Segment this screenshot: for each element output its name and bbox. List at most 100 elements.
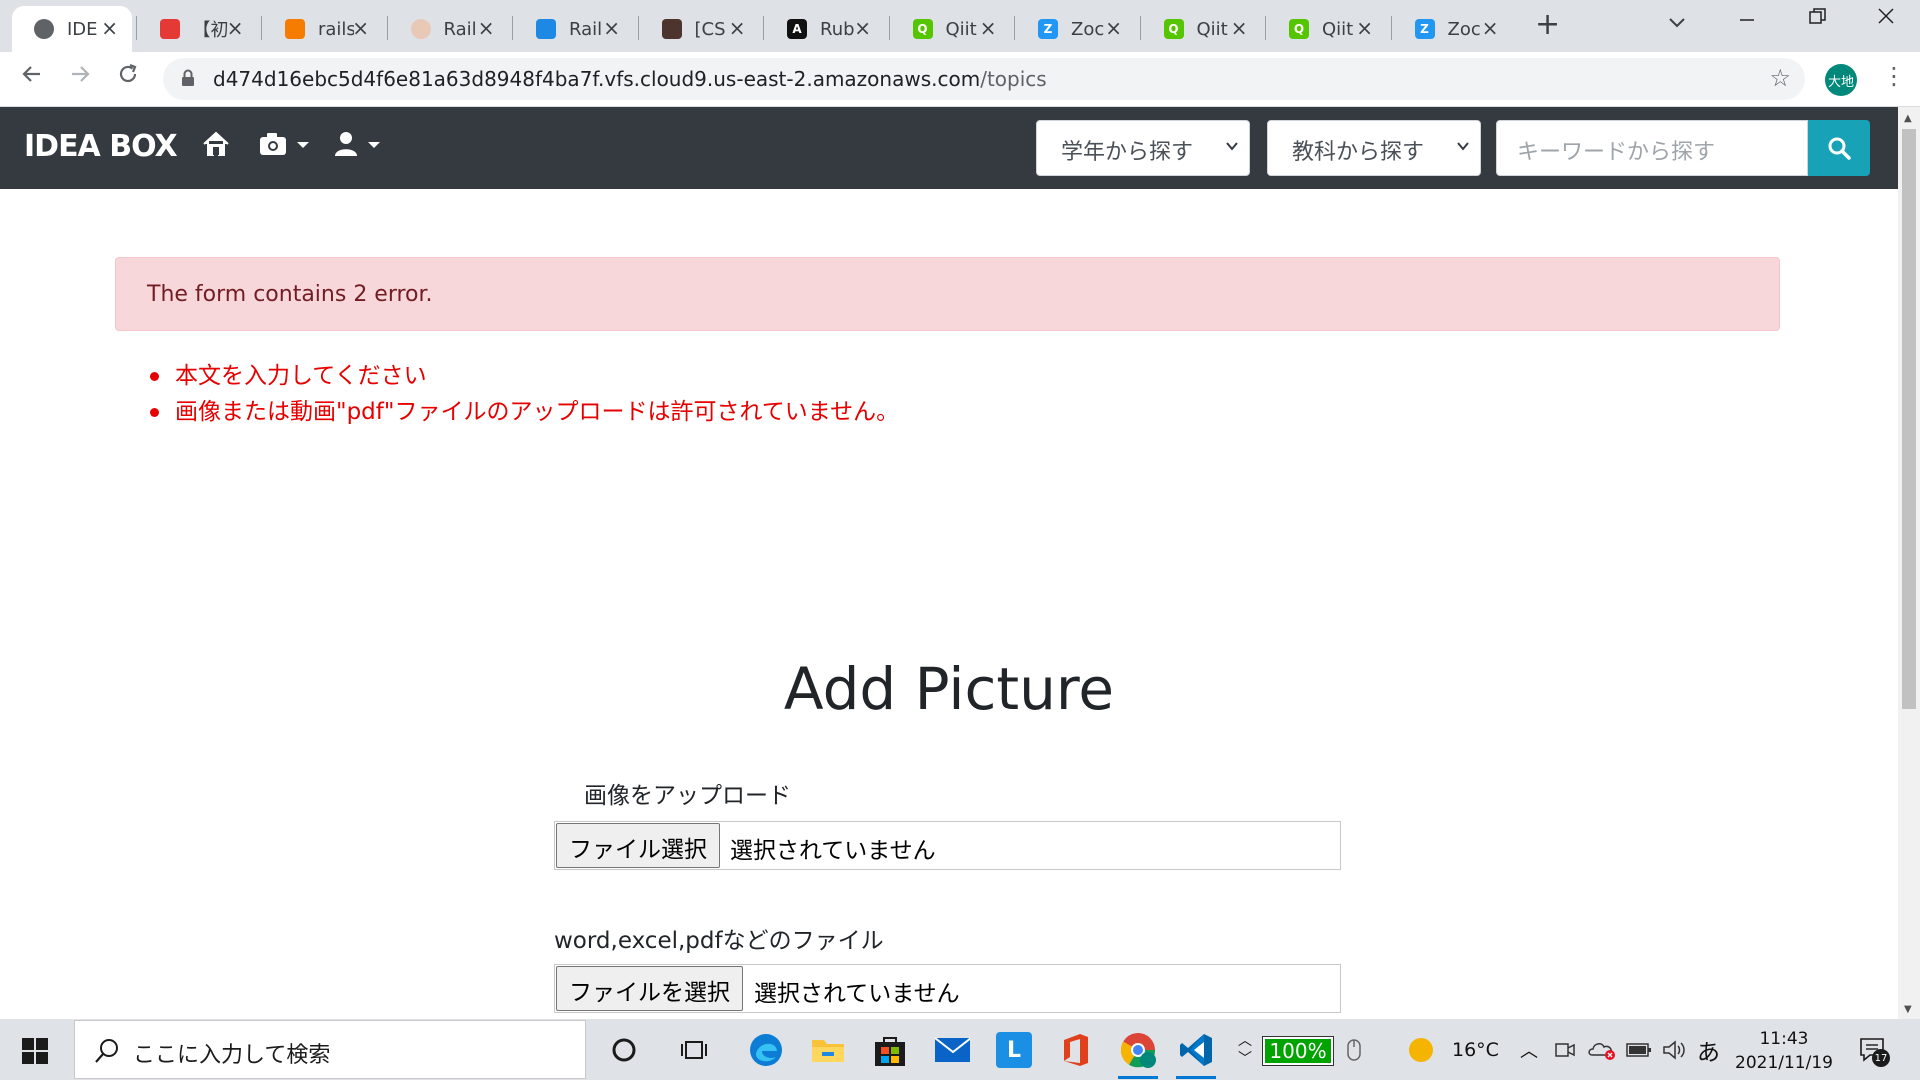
scroll-up-icon[interactable]: ▲ [1904,113,1912,124]
browser-tab[interactable]: Z Zoc × [1393,6,1513,52]
url-text: d474d16ebc5d4f6e81a63d8948f4ba7f.vfs.clo… [213,67,1047,91]
document-choose-file-button[interactable]: ファイルを選択 [556,966,743,1011]
image-choose-file-button[interactable]: ファイル選択 [556,823,720,868]
restore-icon[interactable] [1808,6,1828,32]
Z-favicon-icon: Z [1038,19,1058,39]
battery-indicator[interactable]: 100% [1262,1036,1334,1066]
tab-title: Rail [569,18,603,40]
tab-close-icon[interactable]: × [101,18,118,38]
new-tab-button[interactable]: + [1535,10,1560,40]
browser-tab[interactable]: Rail × [514,6,634,52]
tab-close-icon[interactable]: × [729,18,746,38]
browser-tab[interactable]: 【初 × [138,6,258,52]
windows-start-icon[interactable] [22,1038,48,1064]
mouse-icon[interactable] [1346,1019,1362,1080]
tab-title: Qiit [1196,18,1228,40]
browser-toolbar: d474d16ebc5d4f6e81a63d8948f4ba7f.vfs.clo… [0,52,1920,107]
image-file-input[interactable]: ファイル選択 選択されていません [554,821,1341,870]
edge-icon[interactable] [748,1032,784,1068]
office-icon[interactable] [1058,1032,1094,1068]
tab-separator [888,16,890,40]
tab-title: Rub [820,18,855,40]
temperature-text[interactable]: 16°C [1452,1019,1499,1080]
chevron-down-icon [1226,142,1238,151]
tab-close-icon[interactable]: × [1482,18,1499,38]
browser-tab[interactable]: Z Zoc × [1016,6,1136,52]
tab-close-icon[interactable]: × [1105,18,1122,38]
image-upload-label: 画像をアップロード [584,783,791,809]
clock-date: 2021/11/19 [1735,1053,1833,1073]
browser-tab[interactable]: Q Qiit × [891,6,1011,52]
brand-logo[interactable]: IDEA BOX [24,129,178,164]
cortana-icon[interactable] [606,1032,642,1068]
taskbar-search-box[interactable]: ここに入力して検索 [74,1020,586,1079]
tab-close-icon[interactable]: × [1356,18,1373,38]
scrollbar-thumb[interactable] [1902,129,1916,709]
mail-icon[interactable] [934,1032,970,1068]
vscode-icon[interactable] [1178,1032,1214,1068]
browser-tab[interactable]: Rail × [389,6,509,52]
browser-tab[interactable]: Q Qiit × [1142,6,1262,52]
notification-center-icon[interactable]: 17 [1858,1035,1890,1067]
weather-sun-icon[interactable] [1406,1019,1436,1080]
globe-favicon-icon [34,19,54,39]
grade-select[interactable]: 学年から探す [1036,120,1250,176]
browser-menu-icon[interactable]: ⋮ [1882,62,1906,90]
close-window-icon[interactable] [1876,6,1896,32]
browser-tab-strip: IDE × 【初 × rails × Rail × Rail × [CS × A Rub × Q Qiit × Z Z… [0,0,1920,52]
url-path: /topics [980,67,1047,91]
document-upload-label: word,excel,pdfなどのファイル [554,928,884,954]
address-bar[interactable]: d474d16ebc5d4f6e81a63d8948f4ba7f.vfs.clo… [163,58,1805,100]
page-scrollbar[interactable]: ▲ ▼ [1898,107,1920,1019]
tab-separator [637,16,639,40]
battery-tray-icon[interactable] [1626,1019,1652,1080]
tab-close-icon[interactable]: × [352,18,369,38]
browser-tab[interactable]: Q Qiit × [1267,6,1387,52]
clock-time: 11:43 [1759,1029,1809,1049]
diamond-favicon-icon [661,19,682,39]
tab-close-icon[interactable]: × [980,18,997,38]
subject-select[interactable]: 教科から探す [1267,120,1481,176]
user-dropdown[interactable] [334,131,386,161]
l-app-icon[interactable]: L [996,1032,1032,1068]
keyword-search-input[interactable]: キーワードから探す [1496,120,1808,176]
forward-icon[interactable] [68,62,92,93]
tab-close-icon[interactable]: × [478,18,495,38]
store-icon[interactable] [872,1032,908,1068]
scroll-down-icon[interactable]: ▼ [1904,1004,1912,1015]
camera-dropdown[interactable] [259,131,315,161]
search-button[interactable] [1808,120,1870,176]
tab-close-icon[interactable]: × [1231,18,1248,38]
chrome-icon[interactable] [1116,1032,1160,1068]
reload-icon[interactable] [116,62,140,93]
meet-now-icon[interactable] [1554,1019,1576,1080]
browser-tab[interactable]: IDE × [12,6,132,52]
alert-message: The form contains 2 error. [147,282,433,307]
browser-tab[interactable]: A Rub × [765,6,885,52]
back-icon[interactable] [20,62,44,93]
tab-close-icon[interactable]: × [603,18,620,38]
image-file-status: 選択されていません [730,838,936,864]
overflow-arrows-icon[interactable]: ︿ ﹀ [1238,1019,1252,1080]
slash-favicon-icon [536,19,556,39]
grade-select-value: 学年から探す [1061,140,1194,165]
tab-close-icon[interactable]: × [227,18,244,38]
tab-title: Zoc [1447,18,1481,40]
browser-tab[interactable]: [CS × [640,6,760,52]
volume-icon[interactable] [1662,1019,1688,1080]
minimize-icon[interactable] [1738,6,1756,32]
tab-title: [CS [694,18,726,40]
tab-search-icon[interactable] [1668,10,1686,34]
tab-close-icon[interactable]: × [854,18,871,38]
bookmark-star-icon[interactable]: ☆ [1769,64,1791,92]
task-view-icon[interactable] [676,1032,712,1068]
profile-avatar[interactable]: 大地 [1825,64,1857,96]
file-explorer-icon[interactable] [810,1032,846,1068]
onedrive-error-icon[interactable] [1588,1019,1618,1080]
home-icon[interactable] [202,131,230,161]
document-file-input[interactable]: ファイルを選択 選択されていません [554,964,1341,1013]
tray-chevron-up-icon[interactable]: ︿ [1520,1019,1538,1080]
system-clock[interactable]: 11:43 2021/11/19 [1735,1027,1833,1075]
browser-tab[interactable]: rails × [263,6,383,52]
ime-indicator[interactable]: あ [1697,1019,1720,1080]
